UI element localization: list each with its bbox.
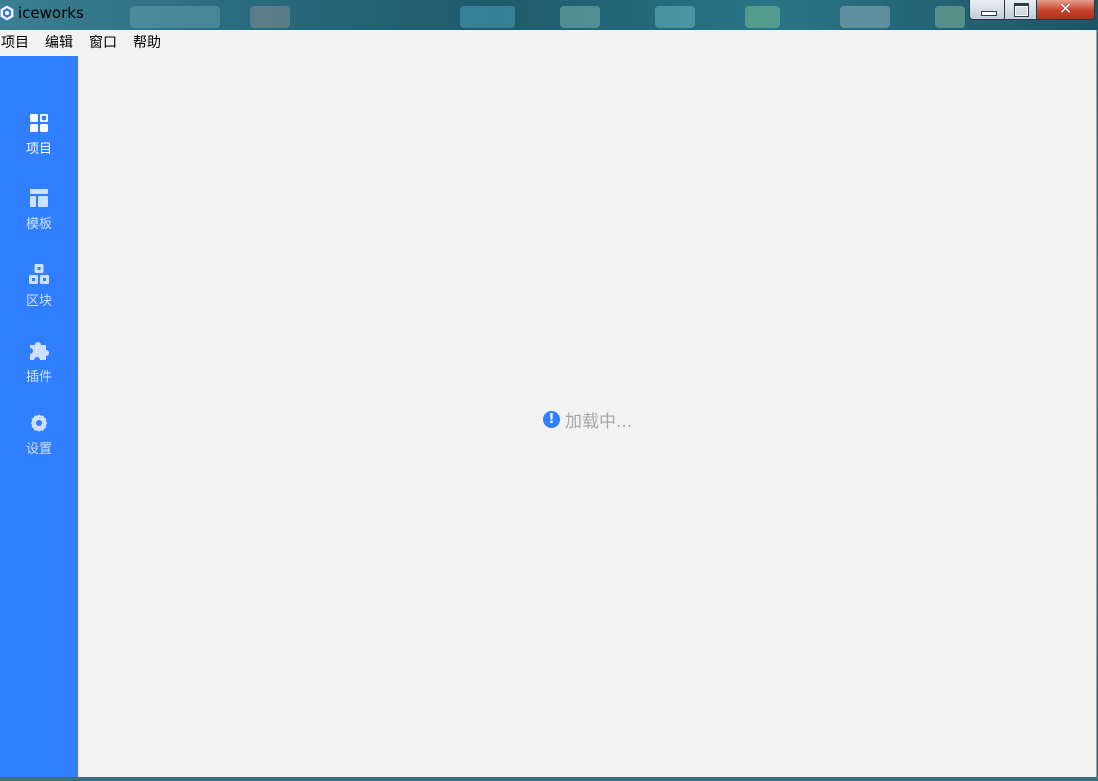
application-window: iceworks ✕ 项目 编辑 窗口 帮助 项目 模板 区块 插件 设置 ! … (0, 0, 1098, 781)
maximize-icon (1014, 3, 1029, 17)
sidebar-item-label: 插件 (25, 370, 52, 385)
loading-text: 加载中... (565, 412, 633, 432)
menu-edit[interactable]: 编辑 (44, 30, 74, 56)
main-content: ! 加载中... (78, 56, 1096, 777)
plugin-puzzle-icon (30, 342, 49, 360)
window-title: iceworks (18, 4, 84, 22)
background-decoration (745, 6, 780, 28)
close-icon: ✕ (1058, 0, 1073, 18)
background-decoration (560, 6, 600, 28)
background-decoration (935, 6, 965, 28)
background-decoration (840, 6, 890, 28)
minimize-button[interactable] (969, 0, 1005, 20)
template-layout-icon (30, 189, 48, 207)
sidebar-item-settings[interactable]: 设置 (0, 414, 78, 474)
background-decoration (250, 6, 290, 28)
client-area: 项目 编辑 窗口 帮助 项目 模板 区块 插件 设置 ! 加载中... (0, 30, 1097, 777)
sidebar-item-blocks[interactable]: 区块 (0, 264, 78, 324)
background-decoration (460, 6, 515, 28)
iceworks-logo-icon (0, 5, 14, 21)
sidebar-item-label: 设置 (25, 442, 52, 457)
info-exclamation-icon: ! (543, 411, 560, 428)
menu-window[interactable]: 窗口 (88, 30, 118, 56)
sidebar-item-label: 区块 (25, 294, 52, 309)
sidebar: 项目 模板 区块 插件 设置 (0, 56, 78, 777)
sidebar-item-projects[interactable]: 项目 (0, 114, 78, 174)
minimize-icon (981, 11, 997, 16)
background-decoration (130, 6, 220, 28)
menu-bar: 项目 编辑 窗口 帮助 (0, 30, 1096, 56)
background-decoration (655, 6, 695, 28)
close-button[interactable]: ✕ (1036, 0, 1095, 20)
window-bottom-border (0, 777, 1098, 781)
menu-help[interactable]: 帮助 (132, 30, 162, 56)
maximize-button[interactable] (1004, 0, 1037, 20)
sidebar-item-templates[interactable]: 模板 (0, 189, 78, 249)
title-bar[interactable]: iceworks ✕ (0, 0, 1098, 30)
blocks-icon (29, 264, 49, 284)
sidebar-item-label: 模板 (25, 217, 52, 232)
sidebar-item-label: 项目 (25, 142, 52, 157)
menu-project[interactable]: 项目 (0, 30, 30, 56)
sidebar-item-plugins[interactable]: 插件 (0, 339, 78, 399)
loading-indicator: ! 加载中... (543, 407, 632, 432)
project-grid-icon (30, 114, 48, 132)
settings-gear-icon (30, 414, 48, 432)
